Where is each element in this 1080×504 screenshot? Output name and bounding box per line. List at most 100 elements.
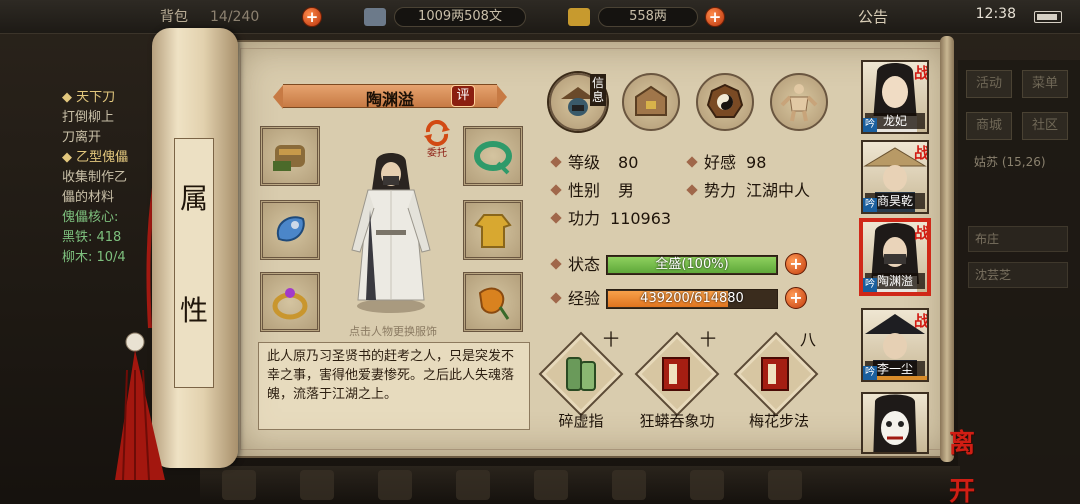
skill-name: 狂蟒吞象功 — [639, 412, 715, 430]
stat-status-label: 状态 — [550, 254, 600, 276]
roster-portrait-masked[interactable] — [861, 392, 929, 454]
stat-power-value: 110963 — [610, 209, 672, 228]
muscle-figure-icon — [780, 84, 818, 122]
skill-level: 十 — [603, 330, 620, 349]
scroll-end-roll — [940, 36, 954, 462]
stat-gender-value: 男 — [618, 181, 635, 200]
gold-icon — [568, 8, 590, 26]
character-avatar[interactable] — [346, 150, 436, 314]
skill-name: 梅花步法 — [748, 412, 809, 430]
equip-slot-head[interactable] — [463, 126, 523, 186]
battle-badge: 战 — [913, 312, 929, 330]
toolbar-icon[interactable] — [768, 470, 802, 500]
clock: 12:38 — [975, 6, 1016, 22]
status-bar: 全盛(100%) — [606, 255, 778, 275]
orange-sash-icon — [478, 287, 510, 320]
community-button[interactable]: 社区 — [1022, 112, 1068, 140]
scroll-char: 性 — [179, 294, 208, 327]
toolbar-icon[interactable] — [222, 470, 256, 500]
stat-level-label: 等级 — [568, 153, 601, 172]
roster-tag: 吟 — [863, 118, 877, 132]
stat-faction: 势力 江湖中人 — [686, 180, 811, 202]
skill-name: 碎虚指 — [558, 412, 604, 430]
toolbar-icon[interactable] — [300, 470, 334, 500]
battle-badge: 战 — [913, 64, 929, 82]
gold-add-button[interactable]: + — [705, 7, 725, 27]
roster-portrait-taoyuanyi[interactable]: 战 陶渊溢 吟 — [861, 220, 929, 294]
tab-info-label: 信息 — [590, 74, 606, 106]
oni-mask-portrait-icon — [873, 394, 917, 452]
stat-power-label: 功力 — [568, 209, 601, 228]
toolbar-icon[interactable] — [612, 470, 646, 500]
roster-hp-bar — [877, 376, 927, 380]
capacity-label: 背包 — [160, 9, 188, 25]
stat-faction-label: 势力 — [704, 181, 737, 200]
red-manual-icon — [662, 357, 690, 391]
scroll-char: 属 — [179, 182, 208, 215]
stat-gender: 性别男 — [550, 180, 635, 202]
stat-power: 功力 110963 — [550, 208, 672, 230]
battle-badge: 战 — [913, 144, 929, 162]
stat-faction-value: 江湖中人 — [746, 181, 811, 200]
bagua-icon — [706, 83, 744, 118]
exp-bar-text: 439200/614880 — [640, 291, 744, 306]
change-outfit-hint: 点击人物更换服饰 — [349, 325, 437, 338]
toolbar-icon[interactable] — [534, 470, 568, 500]
menu-button[interactable]: 菜单 — [1022, 70, 1068, 98]
notice-button[interactable]: 公告 — [858, 5, 888, 29]
stat-favor-value: 98 — [746, 153, 767, 172]
roster-portrait-liyichen[interactable]: 战 李一尘 吟 — [861, 308, 929, 382]
gold-ring-icon — [272, 288, 308, 320]
green-headband-icon — [474, 141, 512, 175]
equip-slot-boots[interactable] — [463, 272, 523, 332]
exp-bar: 439200/614880 — [606, 289, 778, 309]
stat-level-value: 80 — [618, 153, 639, 172]
red-manual-icon — [761, 357, 789, 391]
npc-shen-yunzhi[interactable]: 沈芸芝 — [968, 262, 1068, 288]
roster-portrait-shanghaoqian[interactable]: 战 商昊乾 吟 — [861, 140, 929, 214]
status-add-button[interactable]: + — [785, 253, 807, 275]
equip-slot-ring[interactable] — [260, 200, 320, 260]
skill-level: 十 — [700, 330, 717, 349]
stat-favor: 好感 98 — [686, 152, 767, 174]
activity-button[interactable]: 活动 — [966, 70, 1012, 98]
equip-slot-armor[interactable] — [463, 200, 523, 260]
shop-button[interactable]: 商城 — [966, 112, 1012, 140]
character-description: 此人原乃习圣贤书的赶考之人，只是突发不幸之事，害得他爱妻惨死。之后此人失魂落魄，… — [258, 342, 530, 430]
chest-icon — [635, 85, 667, 116]
battle-badge: 战 — [913, 224, 929, 242]
tassel-icon — [115, 332, 165, 481]
toolbar-icon[interactable] — [378, 470, 412, 500]
roster-portrait-longfei[interactable]: 战 龙妃 吟 — [861, 60, 929, 134]
toolbar-icon[interactable] — [690, 470, 724, 500]
blue-charm-icon — [276, 216, 305, 242]
stat-favor-label: 好感 — [704, 153, 737, 172]
party-roster: 战 龙妃 吟 战 商昊乾 吟 战 陶渊溢 吟 战 李一尘 吟 — [857, 56, 933, 454]
status-bar-text: 全盛(100%) — [655, 257, 729, 272]
location-label: 姑苏 (15,26) — [974, 155, 1046, 169]
tab-body[interactable] — [770, 73, 828, 131]
scroll-book-icon — [566, 357, 596, 391]
npc-cloth-shop[interactable]: 布庄 — [968, 226, 1068, 252]
toolbar-icon[interactable] — [456, 470, 490, 500]
leave-button[interactable]: 离开 — [938, 420, 986, 504]
roster-tag: 吟 — [863, 278, 877, 292]
stat-level: 等级 80 — [550, 152, 639, 174]
capacity-add-button[interactable]: + — [302, 7, 322, 27]
exp-add-button[interactable]: + — [785, 287, 807, 309]
bracer-icon — [273, 145, 305, 171]
roster-tag: 吟 — [863, 366, 877, 380]
equip-slot-weapon[interactable] — [260, 126, 320, 186]
money-display: 1009两508文 — [394, 7, 526, 27]
swap-arrows-icon — [424, 120, 450, 146]
skill-level: 八 — [800, 330, 817, 349]
yellow-robe-icon — [474, 214, 512, 248]
evaluate-button[interactable]: 评 — [451, 85, 475, 107]
roster-tag: 吟 — [863, 198, 877, 212]
tab-fortune[interactable] — [696, 73, 754, 131]
tab-equipment[interactable] — [622, 73, 680, 131]
capacity-value: 14/240 — [210, 9, 260, 25]
gold-display: 558两 — [598, 7, 698, 27]
stat-exp-label: 经验 — [550, 288, 600, 310]
equip-slot-accessory[interactable] — [260, 272, 320, 332]
